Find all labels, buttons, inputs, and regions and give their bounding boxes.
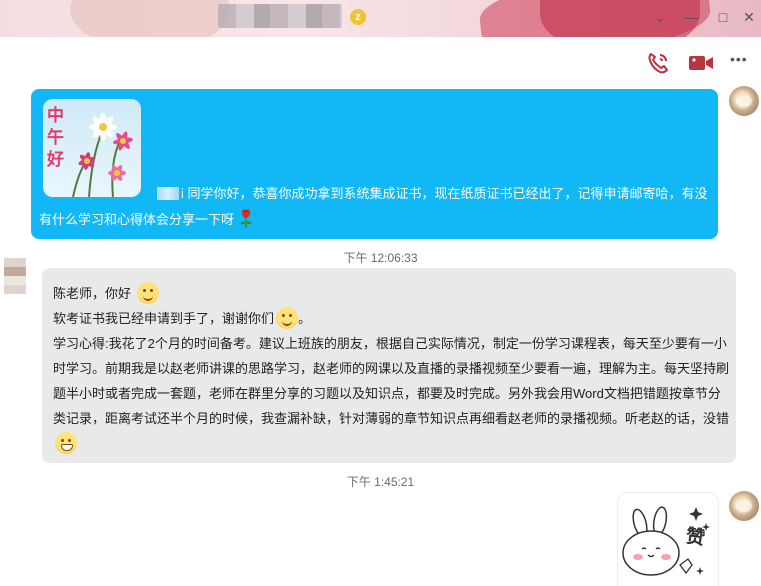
greeting-text: 陈老师，你好 <box>53 286 132 301</box>
close-button[interactable]: ✕ <box>738 6 760 28</box>
rose-icon <box>239 209 252 228</box>
contact-name-blurred <box>218 4 342 28</box>
message-timestamp: 下午 1:45:21 <box>346 475 415 489</box>
title-bar-decoration <box>70 0 230 37</box>
message-fragment: i <box>181 186 184 201</box>
title-bar-decoration <box>540 0 700 37</box>
study-tips-text: 学习心得:我花了2个月的时间备考。建议上班族的朋友，根据自己实际情况，制定一份学… <box>53 336 730 426</box>
dropdown-button[interactable]: ⌄ <box>649 6 671 28</box>
message-timestamp: 下午 12:06:33 <box>343 251 418 265</box>
sticker-caption: 中午好 <box>47 106 64 170</box>
title-bar: z ⌄ — □ ✕ <box>0 0 761 37</box>
outgoing-message-bubble[interactable]: 中午好 i 同学你好，恭喜你成功拿到系统集成证书，现在纸质证书已经出了，记得申请… <box>31 89 718 239</box>
contact-avatar[interactable] <box>4 258 26 294</box>
thanks-text-end: 。 <box>298 311 312 326</box>
outgoing-message-text: i 同学你好，恭喜你成功拿到系统集成证书，现在纸质证书已经出了，记得申请邮寄哈，… <box>39 181 715 233</box>
minimize-button[interactable]: — <box>680 6 702 28</box>
thanks-text: 软考证书我已经申请到手了，谢谢你们 <box>53 311 275 326</box>
thumbs-up-bunny-sticker[interactable]: 赞 <box>617 492 719 586</box>
vip-badge-icon: z <box>350 9 366 25</box>
incoming-message-text: 陈老师，你好 软考证书我已经申请到手了，谢谢你们 。 学习心得:我花了2个月的时间… <box>53 281 729 456</box>
sticker-caption: 赞 <box>684 525 707 550</box>
my-avatar[interactable] <box>729 86 759 116</box>
phone-icon[interactable] <box>645 50 671 76</box>
message-text: 同学你好，恭喜你成功拿到系统集成证书，现在纸质证书已经出了，记得申请邮寄哈，有没… <box>39 186 708 227</box>
smile-emoji-icon <box>136 282 159 304</box>
maximize-button[interactable]: □ <box>712 6 734 28</box>
incoming-message-bubble[interactable]: 陈老师，你好 软考证书我已经申请到手了，谢谢你们 。 学习心得:我花了2个月的时间… <box>42 268 736 463</box>
more-options-icon[interactable]: ••• <box>730 51 758 73</box>
hug-emoji-icon <box>276 307 299 329</box>
grin-emoji-icon <box>55 432 77 454</box>
redacted-name <box>157 187 179 200</box>
my-avatar[interactable] <box>729 491 759 521</box>
video-call-icon[interactable] <box>688 50 714 76</box>
